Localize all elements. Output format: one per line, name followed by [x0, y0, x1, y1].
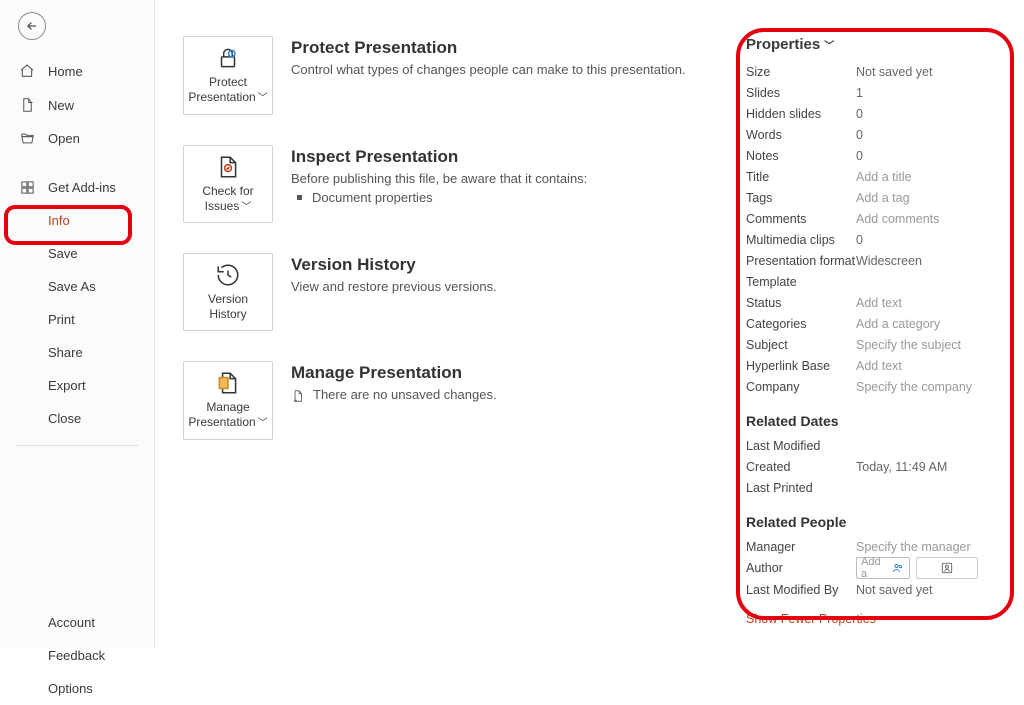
nav-label: Print: [48, 312, 75, 327]
nav-feedback[interactable]: Feedback: [0, 639, 154, 672]
history-desc: View and restore previous versions.: [291, 279, 497, 294]
properties-header[interactable]: Properties﹀: [746, 36, 1006, 53]
inspect-section: Check for Issues﹀ Inspect Presentation B…: [183, 145, 743, 224]
protect-presentation-button[interactable]: Protect Presentation﹀: [183, 36, 273, 115]
protect-desc: Control what types of changes people can…: [291, 62, 686, 77]
nav-label: Feedback: [48, 648, 105, 663]
prop-author: Author Add a: [746, 557, 1006, 579]
open-icon: [18, 131, 36, 146]
nav-export[interactable]: Export: [0, 369, 154, 402]
related-dates-header: Related Dates: [746, 413, 1006, 429]
inspect-title: Inspect Presentation: [291, 147, 587, 167]
prop-hyperlink-base[interactable]: Hyperlink BaseAdd text: [746, 355, 1006, 376]
history-icon: [215, 262, 241, 288]
prop-comments[interactable]: CommentsAdd comments: [746, 208, 1006, 229]
nav-close[interactable]: Close: [0, 402, 154, 435]
nav-save[interactable]: Save: [0, 237, 154, 270]
inspect-bullet: Document properties: [291, 190, 587, 205]
prop-subject[interactable]: SubjectSpecify the subject: [746, 334, 1006, 355]
protect-title: Protect Presentation: [291, 38, 686, 58]
nav-label: Account: [48, 615, 95, 630]
lock-icon: [215, 45, 241, 71]
prop-slides: Slides1: [746, 82, 1006, 103]
chevron-down-icon: ﹀: [824, 37, 834, 52]
nav-label: Close: [48, 411, 81, 426]
manage-icon: [215, 370, 241, 396]
new-icon: [18, 97, 36, 113]
author-input[interactable]: Add a: [856, 557, 910, 579]
prop-hidden-slides: Hidden slides0: [746, 103, 1006, 124]
manage-title: Manage Presentation: [291, 363, 497, 383]
nav-label: Options: [48, 681, 93, 696]
prop-categories[interactable]: CategoriesAdd a category: [746, 313, 1006, 334]
prop-last-modified-by: Last Modified ByNot saved yet: [746, 579, 1006, 600]
document-icon: [291, 389, 305, 403]
show-fewer-properties-link[interactable]: Show Fewer Properties: [746, 612, 1006, 626]
nav-label: Export: [48, 378, 86, 393]
prop-template: Template: [746, 271, 1006, 292]
prop-last-modified: Last Modified: [746, 435, 1006, 456]
prop-tags[interactable]: TagsAdd a tag: [746, 187, 1006, 208]
addins-icon: [18, 180, 36, 195]
prop-words: Words0: [746, 124, 1006, 145]
prop-format: Presentation formatWidescreen: [746, 250, 1006, 271]
check-for-issues-button[interactable]: Check for Issues﹀: [183, 145, 273, 224]
nav-share[interactable]: Share: [0, 336, 154, 369]
nav-label: Save: [48, 246, 78, 261]
manage-presentation-button[interactable]: Manage Presentation﹀: [183, 361, 273, 440]
prop-multimedia: Multimedia clips0: [746, 229, 1006, 250]
nav-print[interactable]: Print: [0, 303, 154, 336]
nav-info[interactable]: Info: [0, 204, 154, 237]
nav-label: Share: [48, 345, 83, 360]
prop-company[interactable]: CompanySpecify the company: [746, 376, 1006, 397]
nav-new[interactable]: New: [0, 88, 154, 122]
manage-desc: There are no unsaved changes.: [291, 387, 497, 403]
history-section: Version History Version History View and…: [183, 253, 743, 331]
home-icon: [18, 63, 36, 79]
prop-created: CreatedToday, 11:49 AM: [746, 456, 1006, 477]
check-icon: [215, 154, 241, 180]
backstage-sidebar: Home New Open Get Add-ins Info Save Save…: [0, 0, 155, 648]
nav-account[interactable]: Account: [0, 606, 154, 639]
history-title: Version History: [291, 255, 497, 275]
contact-icon: [940, 561, 954, 575]
prop-status[interactable]: StatusAdd text: [746, 292, 1006, 313]
info-sections: Protect Presentation﹀ Protect Presentati…: [183, 36, 743, 628]
nav-label: Get Add-ins: [48, 180, 116, 195]
prop-notes: Notes0: [746, 145, 1006, 166]
nav-label: Home: [48, 64, 83, 79]
nav-open[interactable]: Open: [0, 122, 154, 155]
people-icon: [891, 562, 905, 574]
info-page: Protect Presentation﹀ Protect Presentati…: [155, 0, 1024, 648]
author-browse-button[interactable]: [916, 557, 978, 579]
related-people-header: Related People: [746, 514, 1006, 530]
prop-title[interactable]: TitleAdd a title: [746, 166, 1006, 187]
properties-panel: Properties﹀ SizeNot saved yet Slides1 Hi…: [746, 36, 1006, 626]
prop-last-printed: Last Printed: [746, 477, 1006, 498]
nav-save-as[interactable]: Save As: [0, 270, 154, 303]
nav-label: Open: [48, 131, 80, 146]
nav-label: Save As: [48, 279, 96, 294]
nav-label: New: [48, 98, 74, 113]
nav-label: Info: [48, 213, 70, 228]
prop-manager[interactable]: ManagerSpecify the manager: [746, 536, 1006, 557]
nav-options[interactable]: Options: [0, 672, 154, 705]
nav-get-addins[interactable]: Get Add-ins: [0, 171, 154, 204]
nav-home[interactable]: Home: [0, 54, 154, 88]
prop-size: SizeNot saved yet: [746, 61, 1006, 82]
back-button[interactable]: [18, 12, 46, 40]
manage-section: Manage Presentation﹀ Manage Presentation…: [183, 361, 743, 440]
protect-section: Protect Presentation﹀ Protect Presentati…: [183, 36, 743, 115]
version-history-button[interactable]: Version History: [183, 253, 273, 331]
inspect-desc: Before publishing this file, be aware th…: [291, 171, 587, 186]
